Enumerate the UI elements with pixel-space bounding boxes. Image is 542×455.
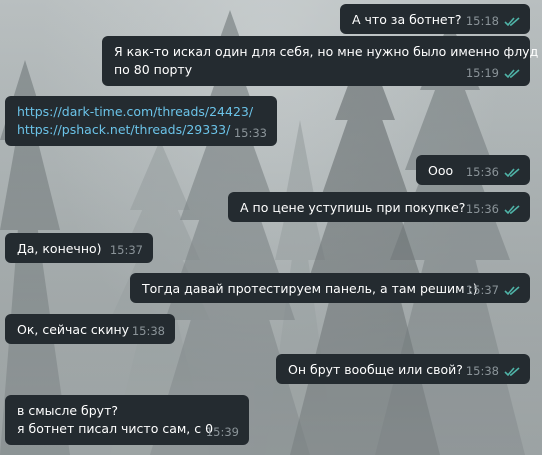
message-text: Я как-то искал один для себя, но мне нуж…	[114, 43, 539, 79]
message-bubble-outgoing[interactable]: Тогда давай протестируем панель, а там р…	[130, 273, 530, 303]
message-line: по 80 порту	[114, 62, 193, 77]
message-bubble-outgoing[interactable]: А что за ботнет? 15:18	[340, 4, 530, 34]
message-line: я ботнет писал чисто сам, с 0	[17, 421, 214, 436]
message-meta: 15:37	[110, 243, 143, 257]
message-line: Я как-то искал один для себя, но мне нуж…	[114, 44, 539, 59]
message-line: Тогда давай протестируем панель, а там р…	[142, 281, 478, 296]
message-time: 15:18	[465, 14, 499, 28]
message-time: 15:38	[465, 364, 499, 378]
message-meta: 15:37	[466, 283, 521, 297]
message-bubble-outgoing[interactable]: Он брут вообще или свой? 15:38	[276, 354, 530, 384]
message-meta: 15:19	[466, 66, 521, 80]
double-check-icon	[504, 68, 521, 79]
message-text: Тогда давай протестируем панель, а там р…	[142, 280, 518, 298]
message-meta: 15:36	[466, 202, 521, 216]
message-time: 15:36	[465, 202, 499, 216]
message-bubble-outgoing[interactable]: А по цене уступишь при покупке? 15:36	[228, 192, 530, 222]
message-text: https://dark-time.com/threads/24423/ htt…	[17, 103, 265, 139]
message-meta: 15:18	[466, 14, 521, 28]
message-bubble-incoming[interactable]: в смысле брут? я ботнет писал чисто сам,…	[5, 395, 249, 445]
double-check-icon	[504, 366, 521, 377]
message-link[interactable]: https://pshack.net/threads/29333/	[17, 121, 265, 139]
message-bubble-incoming[interactable]: Ок, сейчас скину 15:38	[5, 314, 175, 344]
message-time: 15:36	[465, 165, 499, 179]
message-meta: 15:33	[234, 126, 267, 140]
double-check-icon	[504, 167, 521, 178]
chat-window: А что за ботнет? 15:18 Я как-то искал од…	[0, 0, 542, 455]
message-time: 15:37	[465, 283, 499, 297]
double-check-icon	[504, 16, 521, 27]
message-meta: 15:39	[206, 425, 239, 439]
message-bubble-outgoing[interactable]: Я как-то искал один для себя, но мне нуж…	[102, 36, 539, 86]
message-time: 15:37	[109, 243, 143, 257]
message-bubble-incoming[interactable]: Да, конечно) 15:37	[5, 233, 153, 263]
message-meta: 15:36	[466, 165, 521, 179]
message-time: 15:19	[465, 66, 499, 80]
message-meta: 15:38	[132, 324, 165, 338]
message-text: в смысле брут? я ботнет писал чисто сам,…	[17, 402, 237, 438]
message-link[interactable]: https://dark-time.com/threads/24423/	[17, 103, 265, 121]
message-bubble-incoming[interactable]: https://dark-time.com/threads/24423/ htt…	[5, 96, 277, 146]
message-time: 15:38	[131, 324, 165, 338]
double-check-icon	[504, 285, 521, 296]
message-time: 15:33	[233, 126, 267, 140]
double-check-icon	[504, 204, 521, 215]
message-time: 15:39	[205, 425, 239, 439]
message-line: в смысле брут?	[17, 403, 118, 418]
message-bubble-outgoing[interactable]: Ооо 15:36	[416, 155, 530, 185]
message-meta: 15:38	[466, 364, 521, 378]
